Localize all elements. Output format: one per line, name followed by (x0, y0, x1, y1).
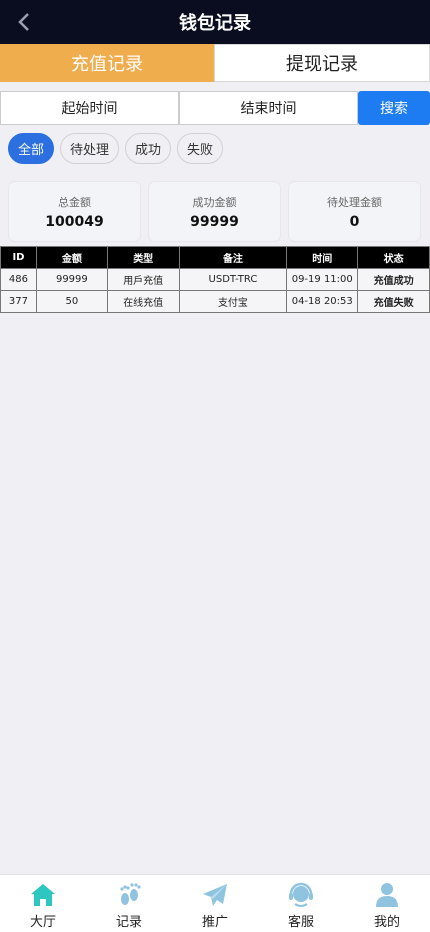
cell-note: USDT-TRC (178, 268, 288, 291)
headset-icon (286, 881, 316, 909)
nav-customer-service[interactable]: 客服 (258, 875, 344, 932)
tab-withdraw-records[interactable]: 提现记录 (214, 44, 430, 82)
nav-promotion[interactable]: 推广 (172, 875, 258, 932)
column-header-type: 类型 (106, 246, 180, 269)
cell-status: 充值成功 (357, 268, 430, 291)
stat-value: 100049 (45, 213, 104, 230)
nav-records[interactable]: 记录 (86, 875, 172, 932)
nav-label: 记录 (115, 915, 142, 930)
summary-stats: 总金额 100049 成功金额 99999 待处理金额 0 (9, 182, 420, 241)
stat-total: 总金额 100049 (9, 182, 140, 241)
cell-id: 486 (0, 268, 37, 291)
search-button[interactable]: 搜索 (358, 91, 430, 125)
cell-type: 在线充值 (106, 290, 180, 313)
table-row[interactable]: 486 99999 用戶充值 USDT-TRC 09-19 11:00 充值成功 (0, 268, 430, 291)
footprint-icon (114, 881, 144, 909)
cell-amount: 50 (35, 290, 108, 313)
nav-label: 我的 (373, 915, 400, 930)
stat-label: 待处理金额 (327, 195, 382, 209)
stat-value: 0 (349, 213, 360, 230)
filter-all[interactable]: 全部 (8, 133, 55, 164)
filter-pending[interactable]: 待处理 (60, 133, 120, 164)
nav-lobby[interactable]: 大厅 (0, 875, 86, 932)
cell-amount: 99999 (35, 268, 108, 291)
user-icon (372, 881, 402, 909)
cell-id: 377 (0, 290, 37, 313)
cell-time: 04-18 20:53 (286, 290, 359, 313)
tab-deposit-records[interactable]: 充值记录 (0, 44, 214, 82)
home-icon (28, 881, 58, 909)
stat-pending: 待处理金额 0 (289, 182, 420, 241)
stat-label: 成功金额 (192, 195, 237, 209)
stat-value: 99999 (190, 213, 239, 230)
cell-time: 09-19 11:00 (286, 268, 359, 291)
column-header-note: 备注 (178, 246, 288, 269)
bottom-navigation: 大厅 记录 推广 客服 我的 (0, 874, 430, 932)
filter-success[interactable]: 成功 (125, 133, 172, 164)
chevron-left-icon (18, 13, 29, 31)
table-row[interactable]: 377 50 在线充值 支付宝 04-18 20:53 充值失败 (0, 290, 430, 313)
nav-label: 大厅 (29, 915, 56, 930)
back-button[interactable] (10, 8, 38, 36)
status-filter-group: 全部 待处理 成功 失败 (8, 133, 224, 164)
date-filter-bar: 起始时间 结束时间 搜索 (0, 91, 430, 125)
cell-note: 支付宝 (178, 290, 288, 313)
start-time-picker[interactable]: 起始时间 (0, 91, 179, 125)
stat-label: 总金额 (58, 195, 91, 209)
nav-label: 推广 (201, 915, 228, 930)
nav-profile[interactable]: 我的 (344, 875, 430, 932)
stat-success: 成功金额 99999 (149, 182, 280, 241)
cell-status: 充值失败 (357, 290, 430, 313)
table-header-row: ID 金额 类型 备注 时间 状态 (0, 246, 430, 269)
top-bar: 钱包记录 (0, 0, 430, 44)
column-header-status: 状态 (357, 246, 430, 269)
record-tabs: 充值记录 提现记录 (0, 44, 430, 82)
end-time-picker[interactable]: 结束时间 (179, 91, 358, 125)
column-header-id: ID (0, 246, 37, 269)
column-header-time: 时间 (286, 246, 359, 269)
nav-label: 客服 (287, 915, 314, 930)
page-title: 钱包记录 (179, 13, 251, 34)
column-header-amount: 金额 (35, 246, 108, 269)
records-table: ID 金额 类型 备注 时间 状态 486 99999 用戶充值 USDT-TR… (0, 246, 430, 313)
filter-failed[interactable]: 失败 (177, 133, 224, 164)
cell-type: 用戶充值 (106, 268, 180, 291)
paper-plane-icon (200, 881, 230, 909)
